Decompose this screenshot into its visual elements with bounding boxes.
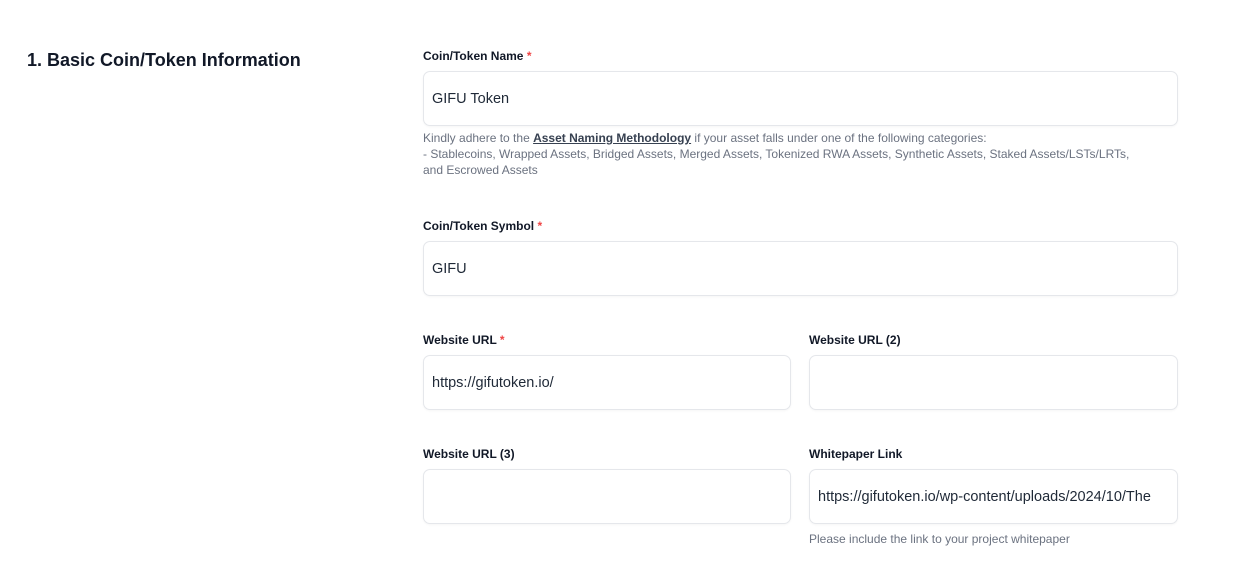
website-url-3-group: Website URL (3) <box>423 446 791 524</box>
naming-help-suffix: if your asset falls under one of the fol… <box>691 131 987 145</box>
website-url-2-input[interactable] <box>809 355 1178 410</box>
token-symbol-input[interactable] <box>423 241 1178 296</box>
token-symbol-label: Coin/Token Symbol * <box>423 218 1178 234</box>
naming-help-prefix: Kindly adhere to the <box>423 131 534 145</box>
whitepaper-label: Whitepaper Link <box>809 447 903 461</box>
form-page: 1. Basic Coin/Token Information Coin/Tok… <box>0 0 1247 575</box>
section-title: 1. Basic Coin/Token Information <box>27 50 301 70</box>
token-name-label-text: Coin/Token Name <box>423 49 524 63</box>
website-url-label: Website URL * <box>423 332 791 348</box>
whitepaper-input[interactable] <box>809 469 1178 524</box>
required-mark: * <box>499 333 505 347</box>
asset-naming-methodology-link[interactable]: Asset Naming Methodology <box>533 131 691 145</box>
website-url-label-text: Website URL <box>423 333 497 347</box>
token-name-label: Coin/Token Name * <box>423 48 1178 64</box>
website-url-input[interactable] <box>423 355 791 410</box>
token-symbol-label-text: Coin/Token Symbol <box>423 219 535 233</box>
website-url-group: Website URL * <box>423 332 791 410</box>
website-url-3-input[interactable] <box>423 469 791 524</box>
required-mark: * <box>526 49 532 63</box>
naming-help-line2: - Stablecoins, Wrapped Assets, Bridged A… <box>423 147 1130 161</box>
naming-help-line1: Kindly adhere to the Asset Naming Method… <box>423 130 1193 146</box>
website-url-2-group: Website URL (2) <box>809 332 1178 410</box>
website-url-2-label: Website URL (2) <box>809 333 901 347</box>
whitepaper-help-text: Please include the link to your project … <box>809 532 1070 546</box>
naming-help-text: Kindly adhere to the Asset Naming Method… <box>423 130 1193 178</box>
token-symbol-group: Coin/Token Symbol * <box>423 218 1178 296</box>
token-name-input[interactable] <box>423 71 1178 126</box>
naming-help-line3: and Escrowed Assets <box>423 163 538 177</box>
website-url-3-label: Website URL (3) <box>423 447 515 461</box>
token-name-group: Coin/Token Name * <box>423 48 1178 126</box>
whitepaper-group: Whitepaper Link Please include the link … <box>809 446 1178 547</box>
required-mark: * <box>537 219 543 233</box>
